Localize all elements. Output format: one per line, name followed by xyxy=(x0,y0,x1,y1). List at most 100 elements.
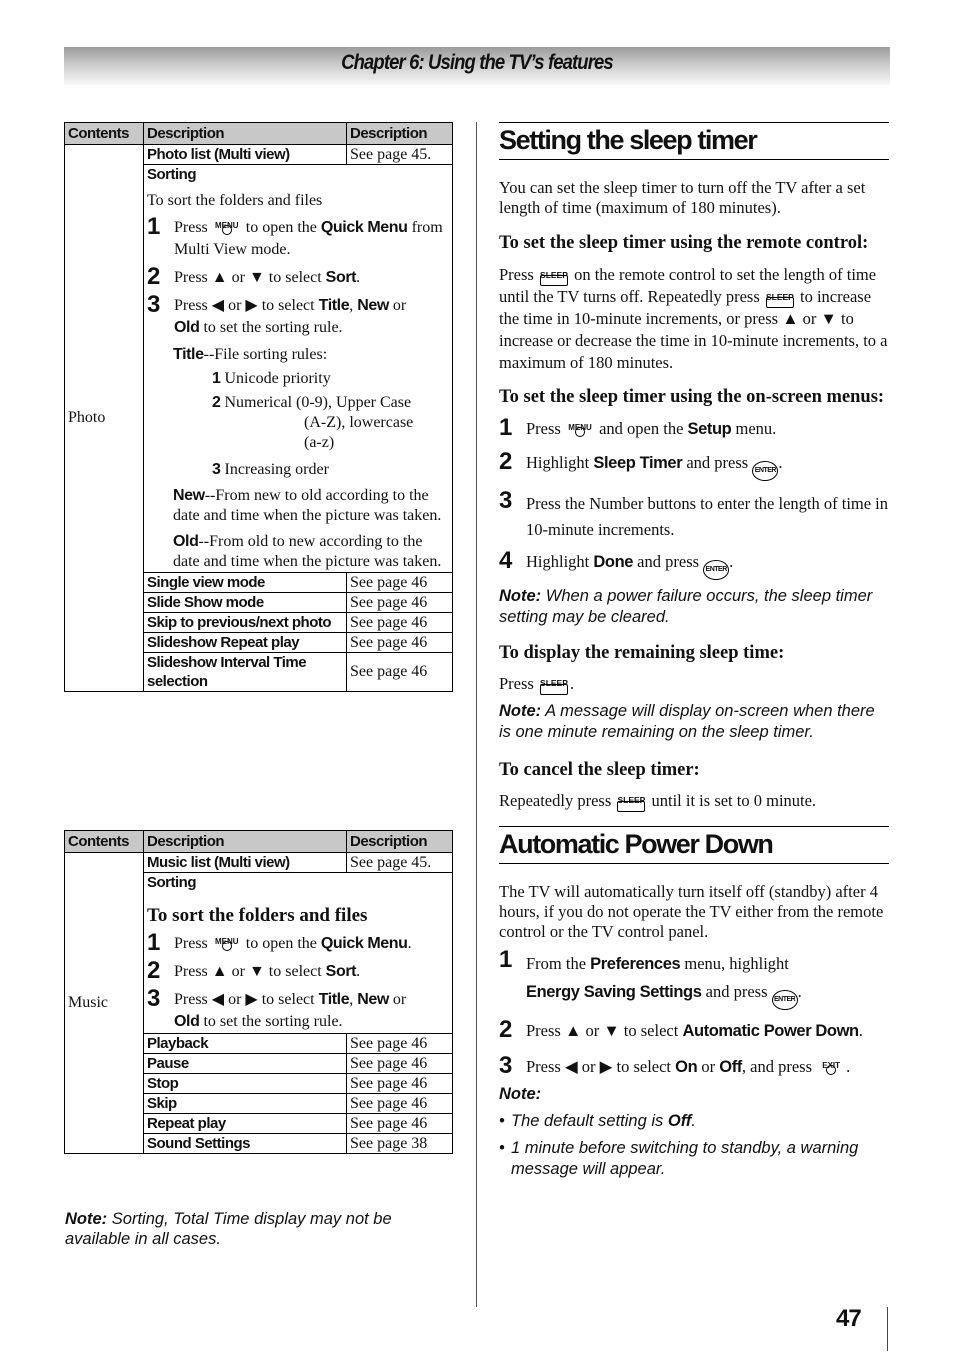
section-title-auto-power-down: Automatic Power Down xyxy=(499,826,889,864)
sorting-intro: To sort the folders and files xyxy=(147,192,323,209)
page-reference: See page 46 xyxy=(346,1113,453,1134)
display-heading: To display the remaining sleep time: xyxy=(499,643,785,663)
display-instructions: Press SLEEP. xyxy=(499,674,575,695)
page-reference: See page 46 xyxy=(346,1053,453,1074)
menu-step-4: 4 Highlight Done and press ENTER. xyxy=(499,549,889,580)
menu-step-3: 3 Press the Number buttons to enter the … xyxy=(499,487,889,540)
setup-label: Setup xyxy=(687,420,732,438)
sleep-intro: You can set the sleep timer to turn off … xyxy=(499,178,866,217)
down-arrow-icon: ▼ xyxy=(820,309,837,328)
page-number: 47 xyxy=(836,1305,862,1332)
sorting-intro: To sort the folders and files xyxy=(147,905,368,926)
left-arrow-icon: ◀ xyxy=(211,991,225,1008)
chapter-title: Chapter 6: Using the TV’s features xyxy=(341,51,614,74)
rule-2: 2 Numerical (0-9), Upper Case (A-Z), low… xyxy=(212,394,414,451)
rule-3: 3 Increasing order xyxy=(212,461,329,478)
feature-name: Skip xyxy=(143,1093,347,1114)
page-reference: See page 46 xyxy=(346,1033,453,1054)
page-reference: See page 46 xyxy=(346,1093,453,1114)
sort-label: Sort xyxy=(325,269,357,286)
contents-cell-photo: Photo xyxy=(64,144,144,692)
column-header-description: Description xyxy=(143,830,347,853)
page-number-rule xyxy=(887,1307,888,1351)
feature-name: Playback xyxy=(143,1033,347,1054)
step-number: 1 xyxy=(147,213,160,240)
enter-button-icon: ENTER xyxy=(771,990,798,1010)
menu-button-icon: MENU xyxy=(212,934,242,951)
feature-name: Slideshow Repeat play xyxy=(143,632,347,653)
feature-name: Stop xyxy=(143,1073,347,1094)
remaining-time-note: Note: A message will display on-screen w… xyxy=(499,702,875,741)
menu-step-1: 1 Press MENU and open the Setup menu. xyxy=(499,414,777,441)
right-arrow-icon: ▶ xyxy=(599,1057,613,1076)
sleep-button-icon: SLEEP xyxy=(764,288,796,308)
column-header-description-ref: Description xyxy=(346,830,453,853)
left-note: Note: Sorting, Total Time display may no… xyxy=(65,1210,392,1248)
page-reference: See page 46 xyxy=(346,592,453,613)
cancel-heading: To cancel the sleep timer: xyxy=(499,760,700,780)
left-arrow-icon: ◀ xyxy=(564,1057,578,1076)
rule-1: 1 Unicode priority xyxy=(212,370,331,387)
sorting-title: Sorting xyxy=(147,874,197,891)
auto-power-note: Note: • The default setting is Off. • 1 mi… xyxy=(499,1084,889,1180)
column-header-description-ref: Description xyxy=(346,122,453,145)
up-arrow-icon: ▲ xyxy=(782,309,799,328)
right-arrow-icon: ▶ xyxy=(245,297,258,314)
sort-label: Sort xyxy=(325,963,357,980)
column-header-contents: Contents xyxy=(64,830,144,853)
page-reference: See page 45. xyxy=(346,144,453,165)
sorting-block: Sorting To sort the folders and files 1 … xyxy=(143,164,453,573)
sorting-title: Sorting xyxy=(147,166,197,183)
sorting-step-2: 2 Press ▲ or ▼ to select Sort. xyxy=(147,263,361,290)
note-bullet: • 1 minute before switching to standby, a… xyxy=(499,1139,859,1178)
old-rule: Old--From old to new according to the da… xyxy=(173,533,442,570)
remote-heading: To set the sleep timer using the remote … xyxy=(499,233,869,253)
up-arrow-icon: ▲ xyxy=(564,1021,582,1040)
sleep-button-icon: SLEEP xyxy=(538,675,570,695)
page-reference: See page 46 xyxy=(346,572,453,593)
sleep-timer-label: Sleep Timer xyxy=(593,454,683,472)
quick-menu-label: Quick Menu xyxy=(320,219,408,236)
feature-name: Slide Show mode xyxy=(143,592,347,613)
section-title-sleep-timer: Setting the sleep timer xyxy=(499,122,889,160)
column-divider xyxy=(476,122,477,1307)
note-bullet: • The default setting is Off. xyxy=(499,1112,696,1130)
music-features-table: Contents Description Description Music M… xyxy=(64,830,453,1154)
table-header-row: Contents Description Description xyxy=(64,122,453,145)
enter-button-icon: ENTER xyxy=(752,461,779,481)
down-arrow-icon: ▼ xyxy=(248,269,265,286)
photo-features-table: Contents Description Description Photo P… xyxy=(64,122,453,692)
step-number: 3 xyxy=(147,985,160,1012)
feature-name: Repeat play xyxy=(143,1113,347,1134)
right-arrow-icon: ▶ xyxy=(245,991,258,1008)
feature-name: Single view mode xyxy=(143,572,347,593)
right-column: Setting the sleep timer You can set the … xyxy=(499,122,889,1180)
chapter-header-band: Chapter 6: Using the TV’s features xyxy=(64,47,890,85)
page-reference: See page 45. xyxy=(346,852,453,873)
sorting-block: Sorting To sort the folders and files 1 … xyxy=(143,872,453,1034)
down-arrow-icon: ▼ xyxy=(248,963,265,980)
page-reference: See page 46 xyxy=(346,652,453,692)
page-reference: See page 46 xyxy=(346,612,453,633)
contents-cell-music: Music xyxy=(64,852,144,1154)
auto-step-3: 3 Press ◀ or ▶ to select On or Off, and … xyxy=(499,1052,851,1079)
power-failure-note: Note: When a power failure occurs, the s… xyxy=(499,587,873,626)
step-text: Press xyxy=(174,219,208,236)
menu-step-2: 2 Highlight Sleep Timer and press ENTER. xyxy=(499,450,889,481)
up-arrow-icon: ▲ xyxy=(211,269,228,286)
column-header-description: Description xyxy=(143,122,347,145)
new-rule: New--From new to old according to the da… xyxy=(173,487,442,524)
table-row: Photo Photo list (Multi view) See page 4… xyxy=(64,144,453,692)
title-rule: Title--File sorting rules: xyxy=(173,346,328,363)
quick-menu-label: Quick Menu xyxy=(320,935,408,952)
page-reference: See page 38 xyxy=(346,1133,453,1154)
sorting-step-1: 1 Press MENU to open the Quick Menu. xyxy=(147,929,412,956)
feature-name: Skip to previous/next photo xyxy=(143,612,347,633)
step-number: 1 xyxy=(147,929,160,956)
step-number: 2 xyxy=(147,263,160,290)
feature-name: Music list (Multi view) xyxy=(143,852,347,873)
column-header-contents: Contents xyxy=(64,122,144,145)
auto-power-intro: The TV will automatically turn itself of… xyxy=(499,882,884,941)
menu-button-icon: MENU xyxy=(212,218,242,235)
page-reference: See page 46 xyxy=(346,1073,453,1094)
